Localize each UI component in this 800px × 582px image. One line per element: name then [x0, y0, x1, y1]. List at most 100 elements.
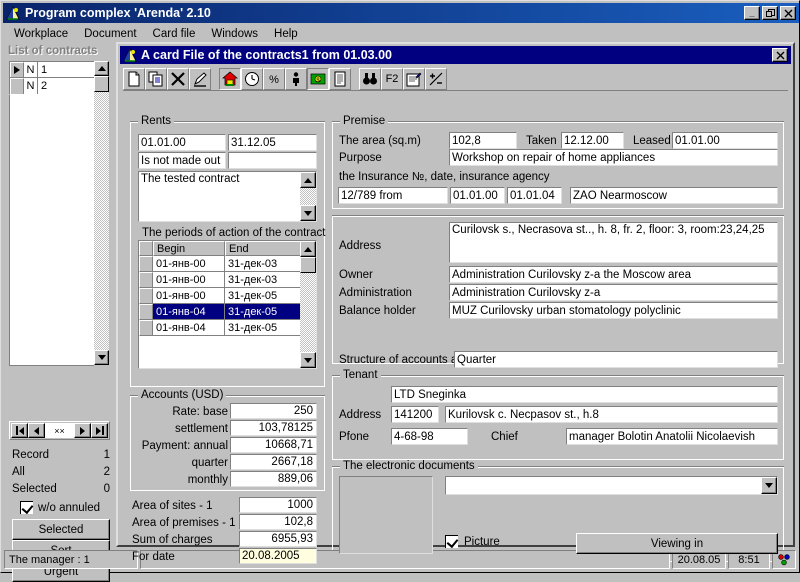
- insurance-number-field[interactable]: 12/789 from: [338, 187, 448, 204]
- column-header-end[interactable]: End: [225, 241, 302, 256]
- nav-first-button[interactable]: [11, 423, 28, 438]
- structure-field[interactable]: Quarter: [454, 351, 778, 368]
- maximize-button[interactable]: [762, 6, 778, 20]
- row-marker-icon: [10, 62, 24, 77]
- mdi-close-button[interactable]: [772, 48, 788, 62]
- menu-item-document[interactable]: Document: [76, 26, 144, 42]
- delete-cross-icon[interactable]: [167, 67, 189, 90]
- scroll-thumb[interactable]: [94, 76, 109, 92]
- window-controls: _: [744, 6, 797, 20]
- house-icon[interactable]: [219, 67, 241, 90]
- tenant-postcode-field[interactable]: 141200: [391, 406, 439, 423]
- property-address-field[interactable]: Curilovsk s., Necrasova st.., h. 8, fr. …: [449, 222, 778, 263]
- rent-date-to-field[interactable]: 31.12.05: [228, 134, 317, 151]
- viewing-in-button[interactable]: Viewing in: [576, 533, 778, 554]
- tenant-name-field[interactable]: LTD Sneginka: [391, 386, 778, 403]
- column-header-begin[interactable]: Begin: [153, 241, 225, 256]
- report-icon[interactable]: [329, 67, 351, 90]
- tenant-address-field[interactable]: Kurilovsk c. Necpasov st., h.8: [445, 406, 778, 423]
- nav-next-button[interactable]: [74, 423, 91, 438]
- rate-base-field[interactable]: 250: [230, 403, 317, 419]
- nav-last-button[interactable]: [91, 423, 108, 438]
- premise-area-field[interactable]: 102,8: [449, 132, 517, 149]
- insurance-agency-field[interactable]: ZAO Nearmoscow: [570, 187, 778, 204]
- insurance-date1-field[interactable]: 01.01.00: [450, 187, 505, 204]
- payment-monthly-field[interactable]: 889,06: [230, 471, 317, 487]
- row-marker-icon: [139, 304, 153, 320]
- menu-item-help[interactable]: Help: [266, 26, 306, 42]
- premise-leased-field[interactable]: 01.01.00: [672, 132, 778, 149]
- balance-holder-label: Balance holder: [339, 305, 416, 317]
- menu-item-workplace[interactable]: Workplace: [6, 26, 76, 42]
- menu-item-card-file[interactable]: Card file: [145, 26, 204, 42]
- close-button[interactable]: [780, 6, 796, 20]
- scroll-up-button[interactable]: [300, 172, 316, 188]
- table-row[interactable]: 01-янв-00 31-дек-05: [139, 288, 316, 304]
- rent-date-from-field[interactable]: 01.01.00: [138, 134, 226, 151]
- picture-checkbox-row[interactable]: Picture: [445, 535, 500, 548]
- tenant-phone-field[interactable]: 4-68-98: [391, 428, 468, 445]
- periods-header-row: Begin End: [139, 241, 316, 256]
- row-marker-blank: [139, 320, 153, 336]
- scroll-track[interactable]: [300, 188, 316, 205]
- new-document-icon[interactable]: [123, 67, 145, 90]
- nav-prev-button[interactable]: [28, 423, 45, 438]
- premise-taken-field[interactable]: 12.12.00: [561, 132, 624, 149]
- property-balance-field[interactable]: MUZ Curilovsky urban stomatology polycli…: [449, 302, 778, 319]
- property-administration-field[interactable]: Administration Curilovsky z-a: [449, 284, 778, 301]
- wo-annuled-checkbox-row[interactable]: w/o annuled: [20, 501, 100, 514]
- edit-pencil-icon[interactable]: [189, 67, 211, 90]
- periods-scrollbar[interactable]: [300, 241, 316, 368]
- binoculars-search-icon[interactable]: [359, 67, 381, 90]
- tenant-chief-field[interactable]: manager Bolotin Anatolii Nicolaevish: [566, 428, 778, 445]
- table-row[interactable]: 01-янв-00 31-дек-03: [139, 256, 316, 272]
- scroll-track[interactable]: [94, 92, 109, 350]
- mdi-title-bar: A card File of the contracts1 from 01.03…: [120, 46, 791, 64]
- premise-group-label: Premise: [340, 115, 389, 127]
- scroll-down-button[interactable]: [94, 350, 109, 365]
- clock-icon[interactable]: [241, 67, 263, 90]
- scroll-up-button[interactable]: [300, 241, 316, 257]
- payment-quarter-field[interactable]: 2667,18: [230, 454, 317, 470]
- scroll-down-button[interactable]: [300, 205, 316, 221]
- rent-status-field[interactable]: Is not made out: [138, 152, 226, 169]
- scroll-down-button[interactable]: [300, 352, 316, 368]
- rent-status-extra-field[interactable]: [228, 152, 317, 169]
- insurance-date2-field[interactable]: 01.01.04: [507, 187, 562, 204]
- f2-key-icon[interactable]: F2: [381, 67, 403, 90]
- money-icon[interactable]: $: [307, 67, 329, 90]
- copy-icon[interactable]: [145, 67, 167, 90]
- picture-checkbox[interactable]: [445, 535, 458, 548]
- table-row-selected[interactable]: 01-янв-04 31-дек-05: [139, 304, 316, 320]
- table-row[interactable]: 01-янв-04 31-дек-05: [139, 320, 316, 336]
- selected-button[interactable]: Selected: [12, 519, 110, 540]
- menu-item-windows[interactable]: Windows: [203, 26, 266, 42]
- document-select[interactable]: [445, 476, 778, 495]
- minimize-button[interactable]: _: [744, 6, 760, 20]
- payment-annual-field[interactable]: 10668,71: [230, 437, 317, 453]
- sum-charges-field[interactable]: 6955,93: [239, 531, 317, 547]
- chevron-down-icon[interactable]: [761, 477, 777, 494]
- plus-minus-icon[interactable]: [425, 67, 447, 90]
- scroll-track[interactable]: [300, 273, 316, 352]
- stat-label: Record: [12, 448, 50, 461]
- for-date-field[interactable]: 20.08.2005: [239, 548, 317, 564]
- percent-icon[interactable]: %: [263, 67, 285, 90]
- area-premises-field[interactable]: 102,8: [239, 514, 317, 530]
- table-row[interactable]: 01-янв-00 31-дек-03: [139, 272, 316, 288]
- list-scrollbar[interactable]: [94, 61, 109, 366]
- property-owner-field[interactable]: Administration Curilovsky z-a the Moscow…: [449, 266, 778, 283]
- settlement-field[interactable]: 103,78125: [230, 420, 317, 436]
- scroll-thumb[interactable]: [300, 257, 316, 273]
- rent-note-scrollbar[interactable]: [300, 172, 316, 221]
- rent-note-textarea[interactable]: The tested contract: [138, 171, 317, 222]
- document-preview-pane[interactable]: [339, 476, 433, 554]
- wo-annuled-checkbox[interactable]: [20, 501, 33, 514]
- nav-position-field[interactable]: ××: [45, 423, 74, 438]
- properties-icon[interactable]: [403, 67, 425, 90]
- periods-grid[interactable]: Begin End 01-янв-00 31-дек-03 01-янв-00 …: [138, 240, 317, 369]
- area-sites-field[interactable]: 1000: [239, 497, 317, 513]
- premise-purpose-field[interactable]: Workshop on repair of home appliances: [449, 149, 778, 166]
- person-icon[interactable]: [285, 67, 307, 90]
- scroll-up-button[interactable]: [94, 61, 109, 76]
